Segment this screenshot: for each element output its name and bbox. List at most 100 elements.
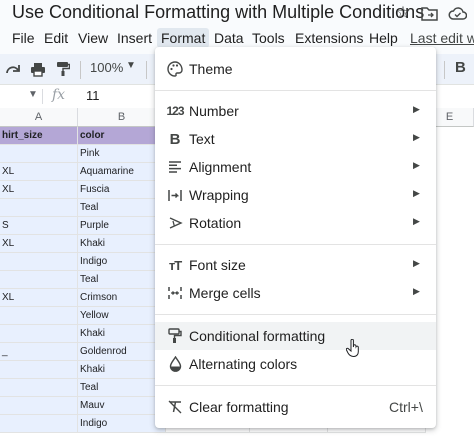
palette-icon bbox=[165, 59, 185, 79]
menu-item-label: Alignment bbox=[189, 159, 252, 175]
cell-color[interactable]: Teal bbox=[78, 379, 166, 397]
toolbar-separator bbox=[444, 61, 445, 79]
cell-color[interactable]: Teal bbox=[78, 271, 166, 289]
header-cell-shirt-size[interactable]: hirt_size bbox=[0, 127, 78, 145]
menu-tools[interactable]: Tools bbox=[248, 28, 289, 48]
move-to-folder-icon[interactable] bbox=[419, 3, 439, 23]
menu-bar: File Edit View Insert Format Data Tools … bbox=[0, 27, 474, 49]
cell-shirt-size[interactable] bbox=[0, 199, 78, 217]
cell-color[interactable]: Khaki bbox=[78, 325, 166, 343]
menu-item-theme[interactable]: Theme bbox=[155, 55, 436, 83]
cloud-status-icon[interactable] bbox=[447, 3, 467, 23]
menu-file[interactable]: File bbox=[8, 28, 39, 48]
cell-shirt-size[interactable] bbox=[0, 271, 78, 289]
menu-item-number[interactable]: 123 Number ▶ bbox=[155, 97, 436, 125]
header-cell-color[interactable]: color bbox=[78, 127, 166, 145]
cell-color[interactable]: Indigo bbox=[78, 415, 166, 433]
menu-edit[interactable]: Edit bbox=[40, 28, 72, 48]
menu-item-label: Merge cells bbox=[189, 285, 261, 301]
cell-shirt-size[interactable] bbox=[0, 397, 78, 415]
menu-item-rotation[interactable]: Rotation ▶ bbox=[155, 209, 436, 237]
bold-icon[interactable]: B bbox=[455, 59, 466, 76]
cell-shirt-size[interactable] bbox=[0, 325, 78, 343]
menu-item-wrapping[interactable]: Wrapping ▶ bbox=[155, 181, 436, 209]
bold-text-icon: B bbox=[169, 130, 181, 148]
formula-input[interactable]: 11 bbox=[86, 88, 100, 103]
format-menu-dropdown: Theme 123 Number ▶ B Text ▶ Alignment ▶ … bbox=[155, 47, 436, 428]
paint-format-icon[interactable] bbox=[54, 59, 72, 79]
cell-color[interactable]: Goldenrod bbox=[78, 343, 166, 361]
column-header-b[interactable]: B bbox=[78, 108, 166, 127]
fx-label: fx bbox=[52, 87, 66, 103]
menu-item-label: Rotation bbox=[189, 215, 242, 231]
cell-shirt-size[interactable]: XL bbox=[0, 289, 78, 307]
text-rotation-icon bbox=[165, 213, 185, 233]
last-edit-link[interactable]: Last edit wa bbox=[410, 28, 474, 48]
cell-color[interactable]: Indigo bbox=[78, 253, 166, 271]
menu-item-conditional-formatting[interactable]: Conditional formatting bbox=[155, 322, 436, 350]
menu-item-clear-formatting[interactable]: Clear formatting Ctrl+\ bbox=[155, 393, 436, 421]
menu-item-label: Clear formatting bbox=[189, 399, 289, 415]
menu-item-merge-cells[interactable]: Merge cells ▶ bbox=[155, 279, 436, 307]
menu-item-label: Alternating colors bbox=[189, 356, 298, 372]
cell-shirt-size[interactable] bbox=[0, 415, 78, 433]
menu-item-alternating-colors[interactable]: Alternating colors bbox=[155, 350, 436, 378]
cell-color[interactable]: Purple bbox=[78, 217, 166, 235]
star-icon[interactable]: ☆ bbox=[393, 3, 413, 23]
cell-shirt-size[interactable]: XL bbox=[0, 181, 78, 199]
cell-color[interactable]: Yellow bbox=[78, 307, 166, 325]
cell-shirt-size[interactable]: _ bbox=[0, 343, 78, 361]
zoom-select[interactable]: 100% bbox=[90, 60, 123, 75]
cell-color[interactable]: Crimson bbox=[78, 289, 166, 307]
cell-color[interactable]: Mauv bbox=[78, 397, 166, 415]
merge-cells-icon bbox=[165, 283, 185, 303]
cell-color[interactable]: Teal bbox=[78, 199, 166, 217]
cell-color[interactable]: Khaki bbox=[78, 235, 166, 253]
cell-shirt-size[interactable] bbox=[0, 379, 78, 397]
cell-color[interactable]: Khaki bbox=[78, 361, 166, 379]
clear-format-icon bbox=[165, 397, 185, 417]
color-drop-icon bbox=[165, 354, 185, 374]
menu-insert[interactable]: Insert bbox=[113, 28, 156, 48]
cell-shirt-size[interactable] bbox=[0, 361, 78, 379]
name-box-caret-icon[interactable]: ▼ bbox=[28, 89, 38, 100]
cell-shirt-size[interactable] bbox=[0, 145, 78, 163]
menu-item-text[interactable]: B Text ▶ bbox=[155, 125, 436, 153]
menu-item-alignment[interactable]: Alignment ▶ bbox=[155, 153, 436, 181]
cell-shirt-size[interactable]: XL bbox=[0, 235, 78, 253]
menu-item-label: Text bbox=[189, 131, 215, 147]
menu-format[interactable]: Format bbox=[157, 28, 210, 48]
submenu-arrow-icon: ▶ bbox=[413, 258, 420, 268]
cell-color[interactable]: Fuscia bbox=[78, 181, 166, 199]
toolbar-separator bbox=[146, 61, 147, 79]
cell-color[interactable]: Aquamarine bbox=[78, 163, 166, 181]
menu-view[interactable]: View bbox=[74, 28, 112, 48]
cell-color[interactable]: Pink bbox=[78, 145, 166, 163]
document-title[interactable]: Use Conditional Formatting with Multiple… bbox=[12, 2, 424, 23]
menu-separator bbox=[155, 244, 436, 245]
redo-icon[interactable] bbox=[4, 59, 22, 79]
menu-separator bbox=[155, 314, 436, 315]
menu-extensions[interactable]: Extensions bbox=[291, 28, 367, 48]
menu-item-font-size[interactable]: тT Font size ▶ bbox=[155, 251, 436, 279]
print-icon[interactable] bbox=[29, 59, 47, 79]
menu-separator bbox=[155, 90, 436, 91]
menu-item-label: Number bbox=[189, 103, 239, 119]
cell-shirt-size[interactable]: S bbox=[0, 217, 78, 235]
menu-data[interactable]: Data bbox=[210, 28, 248, 48]
menu-help[interactable]: Help bbox=[365, 28, 402, 48]
submenu-arrow-icon: ▶ bbox=[413, 160, 420, 170]
text-wrap-icon bbox=[165, 185, 185, 205]
cell-shirt-size[interactable] bbox=[0, 253, 78, 271]
menu-item-label: Font size bbox=[189, 257, 246, 273]
cell-shirt-size[interactable] bbox=[0, 307, 78, 325]
column-header-a[interactable]: A bbox=[0, 108, 78, 127]
font-size-icon: тT bbox=[168, 257, 182, 273]
zoom-caret-icon[interactable]: ▼ bbox=[126, 60, 136, 71]
title-bar: Use Conditional Formatting with Multiple… bbox=[0, 0, 474, 27]
menu-item-label: Conditional formatting bbox=[189, 328, 326, 344]
cell-shirt-size[interactable]: XL bbox=[0, 163, 78, 181]
align-left-icon bbox=[165, 157, 185, 177]
hand-cursor-icon bbox=[345, 338, 360, 362]
paint-roller-icon bbox=[165, 326, 185, 346]
